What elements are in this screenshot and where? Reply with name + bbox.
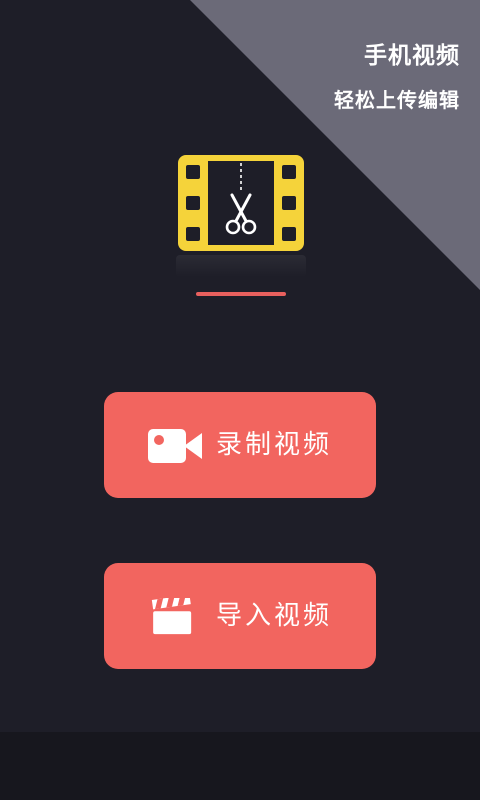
film-scissors-icon bbox=[178, 155, 304, 251]
logo-reflection bbox=[176, 255, 306, 277]
import-video-button[interactable]: 导入视频 bbox=[104, 563, 376, 669]
slogan-subtitle: 轻松上传编辑 bbox=[334, 88, 460, 112]
slogan-title: 手机视频 bbox=[364, 43, 460, 69]
bottom-bar bbox=[0, 732, 480, 800]
import-video-label: 导入视频 bbox=[216, 601, 333, 631]
record-video-label: 录制视频 bbox=[216, 430, 333, 460]
app-screen: 手机视频 轻松上传编辑 录制视频 导入视频 bbox=[0, 0, 480, 800]
video-camera-icon bbox=[148, 429, 202, 463]
record-video-button[interactable]: 录制视频 bbox=[104, 392, 376, 498]
title-divider bbox=[196, 292, 286, 296]
clapperboard-icon bbox=[151, 598, 192, 635]
